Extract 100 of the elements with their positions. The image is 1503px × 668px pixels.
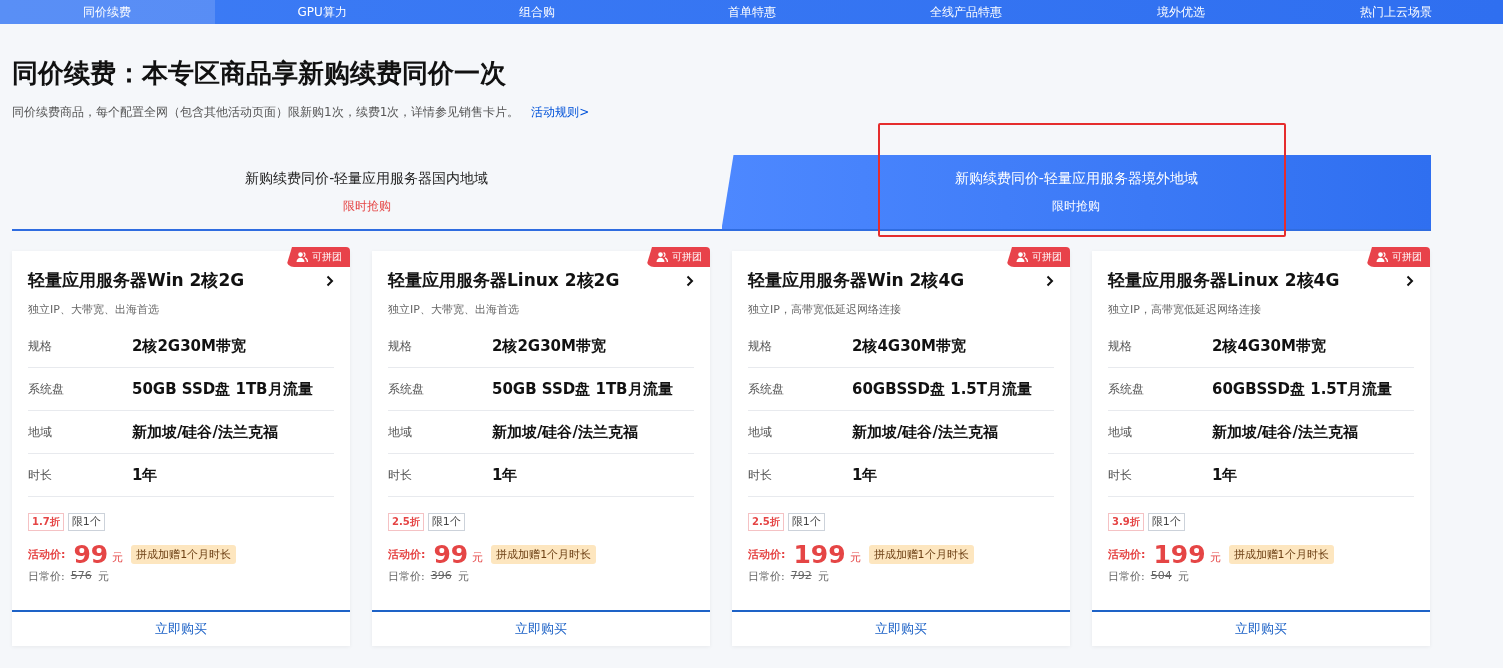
- rules-link[interactable]: 活动规则>: [531, 104, 590, 121]
- users-icon: [1376, 252, 1388, 262]
- chevron-right-icon[interactable]: [1046, 274, 1054, 287]
- region-tab[interactable]: 新购续费同价-轻量应用服务器国内地域 限时抢购: [12, 155, 722, 229]
- product-description: 独立IP、大带宽、出海首选: [388, 302, 520, 317]
- product-description: 独立IP、大带宽、出海首选: [28, 302, 160, 317]
- chevron-right-icon[interactable]: [686, 274, 694, 287]
- spec-label: 时长: [388, 466, 413, 484]
- region-tab[interactable]: 新购续费同价-轻量应用服务器境外地域 限时抢购: [721, 155, 1431, 229]
- regular-price-label: 日常价:: [748, 569, 785, 584]
- nav-tab[interactable]: 热门上云场景: [1288, 0, 1503, 24]
- regular-price-unit: 元: [1177, 569, 1189, 584]
- price-unit: 元: [112, 549, 124, 565]
- regular-price-unit: 元: [97, 569, 109, 584]
- nav-tab[interactable]: 同价续费: [0, 0, 215, 24]
- sale-price: 199: [1153, 539, 1206, 569]
- price-label: 活动价:: [1108, 546, 1146, 562]
- regular-price-label: 日常价:: [1108, 569, 1145, 584]
- regular-price-label: 日常价:: [28, 569, 65, 584]
- price-label: 活动价:: [748, 546, 786, 562]
- nav-tab[interactable]: 全线产品特惠: [858, 0, 1074, 24]
- spec-value: 新加坡/硅谷/法兰克福: [1212, 422, 1358, 442]
- spec-value: 1年: [852, 465, 878, 485]
- users-icon: [296, 252, 308, 262]
- regular-price: 576: [70, 569, 92, 584]
- discount-tag: 1.7折: [28, 513, 64, 531]
- sale-price: 199: [793, 539, 846, 569]
- spec-label: 地域: [388, 423, 413, 441]
- spec-value: 新加坡/硅谷/法兰克福: [132, 422, 278, 442]
- product-title: 轻量应用服务器Linux 2核2G: [388, 269, 620, 292]
- regular-price-unit: 元: [457, 569, 469, 584]
- buy-button[interactable]: 立即购买: [1092, 610, 1430, 646]
- sale-price: 99: [433, 539, 469, 569]
- tab-label: 新购续费同价-轻量应用服务器境外地域: [954, 169, 1198, 188]
- buy-button[interactable]: 立即购买: [372, 610, 710, 646]
- spec-label: 时长: [1108, 466, 1133, 484]
- chevron-right-icon[interactable]: [326, 274, 334, 287]
- nav-tab[interactable]: 首单特惠: [644, 0, 859, 24]
- users-icon: [1016, 252, 1028, 262]
- nav-tab[interactable]: 组合购: [429, 0, 645, 24]
- price-unit: 元: [1209, 549, 1221, 565]
- discount-tag: 2.5折: [388, 513, 424, 531]
- tab-label: 新购续费同价-轻量应用服务器国内地域: [245, 169, 489, 188]
- spec-label: 地域: [1108, 423, 1133, 441]
- product-description: 独立IP，高带宽低延迟网络连接: [1108, 302, 1262, 317]
- price-unit: 元: [472, 549, 484, 565]
- regular-price: 396: [430, 569, 452, 584]
- spec-label: 地域: [748, 423, 773, 441]
- sale-price: 99: [73, 539, 109, 569]
- promo-tag: 拼成加赠1个月时长: [131, 544, 237, 564]
- page-description: 同价续费商品，每个配置全网（包含其他活动页面）限新购1次，续费1次，详情参见销售卡片。: [12, 104, 520, 121]
- users-icon: [656, 252, 668, 262]
- spec-value: 新加坡/硅谷/法兰克福: [492, 422, 638, 442]
- badge-label: 可拼团: [312, 250, 342, 264]
- spec-label: 规格: [1108, 337, 1133, 355]
- badge-label: 可拼团: [672, 250, 702, 264]
- badge-label: 可拼团: [1392, 250, 1422, 264]
- spec-label: 系统盘: [28, 380, 65, 398]
- promo-tag: 拼成加赠1个月时长: [491, 544, 597, 564]
- spec-label: 规格: [388, 337, 413, 355]
- price-unit: 元: [849, 549, 861, 565]
- page-title: 同价续费：本专区商品享新购续费同价一次: [12, 58, 507, 88]
- limit-tag: 限1个: [67, 513, 105, 531]
- discount-tag: 3.9折: [1108, 513, 1144, 531]
- limit-tag: 限1个: [1147, 513, 1185, 531]
- spec-label: 规格: [748, 337, 773, 355]
- spec-label: 规格: [28, 337, 53, 355]
- badge-label: 可拼团: [1032, 250, 1062, 264]
- price-label: 活动价:: [28, 546, 66, 562]
- nav-tab[interactable]: 境外优选: [1073, 0, 1289, 24]
- tab-tag: 限时抢购: [342, 197, 391, 215]
- product-title: 轻量应用服务器Linux 2核4G: [1108, 269, 1340, 292]
- limit-tag: 限1个: [427, 513, 465, 531]
- spec-value: 1年: [492, 465, 518, 485]
- product-title: 轻量应用服务器Win 2核2G: [28, 269, 245, 292]
- regular-price-label: 日常价:: [388, 569, 425, 584]
- spec-value: 新加坡/硅谷/法兰克福: [852, 422, 998, 442]
- spec-value: 2核2G30M带宽: [132, 336, 246, 356]
- buy-button[interactable]: 立即购买: [12, 610, 350, 646]
- spec-value: 60GBSSD盘 1.5T月流量: [1212, 379, 1393, 399]
- promo-tag: 拼成加赠1个月时长: [1228, 544, 1334, 564]
- spec-value: 1年: [1212, 465, 1238, 485]
- spec-value: 2核4G30M带宽: [852, 336, 966, 356]
- tab-tag: 限时抢购: [1052, 197, 1101, 215]
- spec-value: 50GB SSD盘 1TB月流量: [132, 379, 313, 399]
- buy-button[interactable]: 立即购买: [732, 610, 1070, 646]
- chevron-right-icon[interactable]: [1406, 274, 1414, 287]
- spec-value: 1年: [132, 465, 158, 485]
- regular-price-unit: 元: [817, 569, 829, 584]
- nav-tab[interactable]: GPU算力: [214, 0, 430, 24]
- spec-label: 地域: [28, 423, 53, 441]
- promo-tag: 拼成加赠1个月时长: [868, 544, 974, 564]
- spec-value: 2核2G30M带宽: [492, 336, 606, 356]
- spec-label: 时长: [748, 466, 773, 484]
- spec-value: 2核4G30M带宽: [1212, 336, 1326, 356]
- spec-value: 50GB SSD盘 1TB月流量: [492, 379, 673, 399]
- product-title: 轻量应用服务器Win 2核4G: [748, 269, 965, 292]
- spec-label: 系统盘: [748, 380, 785, 398]
- spec-value: 60GBSSD盘 1.5T月流量: [852, 379, 1033, 399]
- product-description: 独立IP，高带宽低延迟网络连接: [748, 302, 902, 317]
